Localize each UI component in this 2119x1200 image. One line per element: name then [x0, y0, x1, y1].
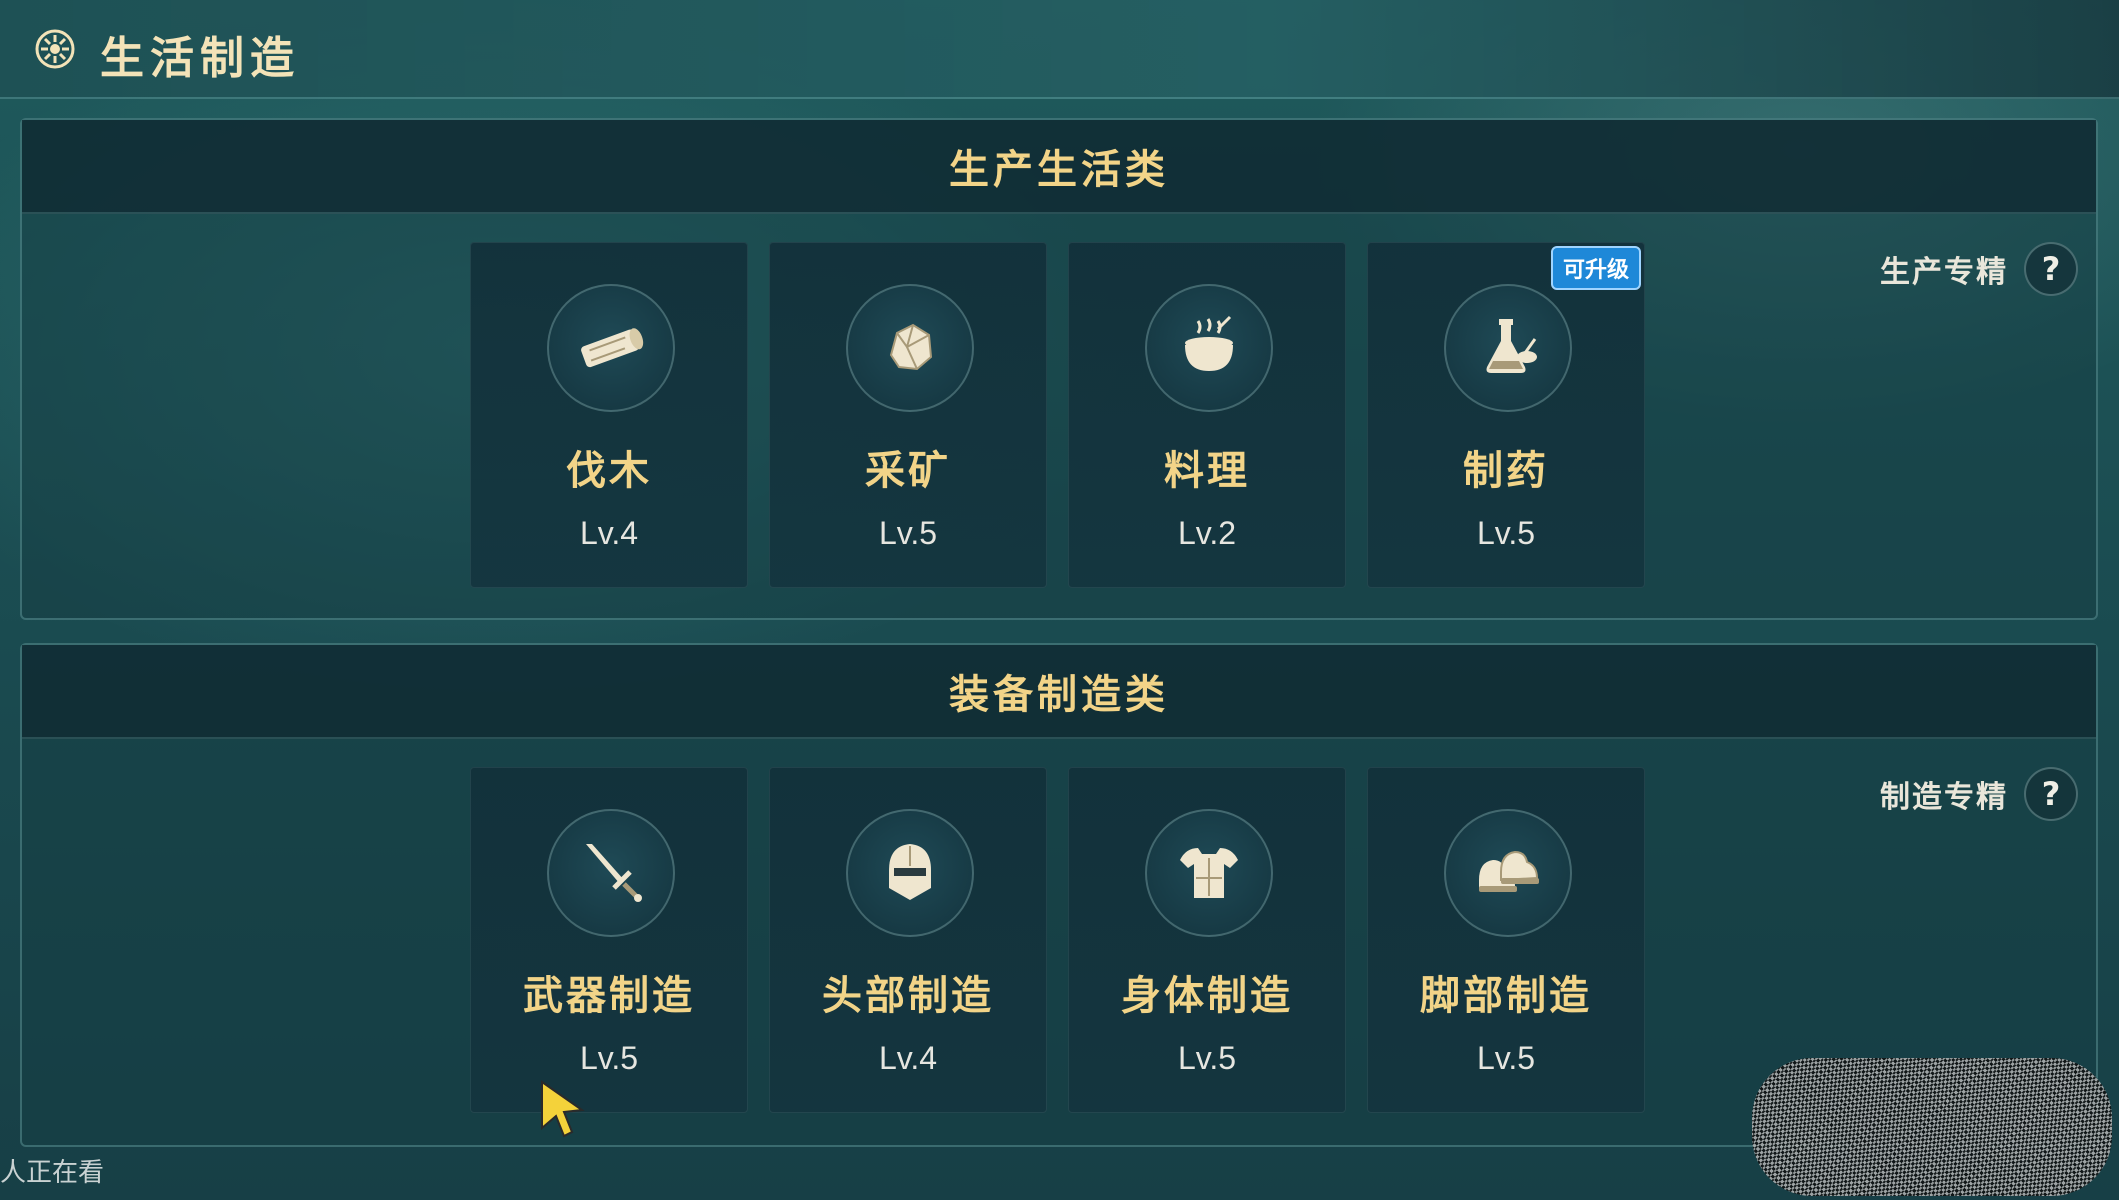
viewer-count-text: 人正在看 — [0, 1158, 105, 1188]
skill-name: 身体制造 — [1121, 973, 1293, 1019]
section-title: 生产生活类 — [949, 147, 1169, 193]
spec-label: 制造专精 — [1880, 780, 2008, 815]
skill-card-head[interactable]: 头部制造 Lv.4 — [769, 767, 1047, 1113]
skill-name: 料理 — [1164, 448, 1250, 494]
skill-level: Lv.2 — [1177, 515, 1237, 551]
skill-card-feet[interactable]: 脚部制造 Lv.5 — [1367, 767, 1645, 1113]
top-bar: 生活制造 — [0, 0, 2119, 99]
skill-name: 脚部制造 — [1420, 973, 1592, 1019]
skill-card-cooking[interactable]: 料理 Lv.2 — [1068, 242, 1346, 588]
skill-level: Lv.4 — [878, 1040, 938, 1076]
boots-icon — [1444, 809, 1572, 937]
skill-name: 头部制造 — [822, 973, 994, 1019]
skill-name: 伐木 — [566, 448, 652, 494]
help-icon[interactable]: ? — [2024, 767, 2078, 821]
armor-icon — [1145, 809, 1273, 937]
cooking-pot-icon — [1145, 284, 1273, 412]
skill-level: Lv.4 — [579, 515, 639, 551]
potion-flask-icon — [1444, 284, 1572, 412]
crafting-specialization[interactable]: 制造专精 ? — [1880, 767, 2078, 821]
skill-level: Lv.5 — [1476, 1040, 1536, 1076]
skill-level: Lv.5 — [1476, 515, 1536, 551]
skill-card-body[interactable]: 身体制造 Lv.5 — [1068, 767, 1346, 1113]
production-card-list: 伐木 Lv.4 采矿 Lv.5 料理 Lv.2 可升级 制药 Lv.5 — [470, 242, 1645, 588]
helmet-icon — [846, 809, 974, 937]
sword-icon — [547, 809, 675, 937]
production-specialization[interactable]: 生产专精 ? — [1880, 242, 2078, 296]
skill-level: Lv.5 — [1177, 1040, 1237, 1076]
skill-level: Lv.5 — [579, 1040, 639, 1076]
mouse-cursor-icon — [541, 1080, 585, 1138]
skill-card-mining[interactable]: 采矿 Lv.5 — [769, 242, 1047, 588]
watermark-noise — [1752, 1058, 2112, 1196]
skill-card-logging[interactable]: 伐木 Lv.4 — [470, 242, 748, 588]
section-title: 装备制造类 — [949, 672, 1169, 718]
log-icon — [547, 284, 675, 412]
page-title: 生活制造 — [100, 33, 300, 84]
help-icon[interactable]: ? — [2024, 242, 2078, 296]
spec-label: 生产专精 — [1880, 255, 2008, 290]
skill-name: 武器制造 — [523, 973, 695, 1019]
equipment-card-list: 武器制造 Lv.5 头部制造 Lv.4 身体制造 Lv.5 脚部制造 Lv.5 — [470, 767, 1645, 1113]
gear-emblem-icon — [35, 29, 75, 69]
ore-icon — [846, 284, 974, 412]
production-panel-header: 生产生活类 — [22, 120, 2096, 214]
production-panel: 生产生活类 伐木 Lv.4 采矿 Lv.5 料理 Lv.2 可升级 制药 Lv.… — [20, 118, 2098, 620]
skill-card-weapon[interactable]: 武器制造 Lv.5 — [470, 767, 748, 1113]
skill-level: Lv.5 — [878, 515, 938, 551]
skill-name: 制药 — [1463, 448, 1549, 494]
upgradable-badge: 可升级 — [1550, 246, 1641, 290]
skill-card-pharmacy[interactable]: 可升级 制药 Lv.5 — [1367, 242, 1645, 588]
equipment-panel-header: 装备制造类 — [22, 645, 2096, 739]
skill-name: 采矿 — [865, 448, 951, 494]
